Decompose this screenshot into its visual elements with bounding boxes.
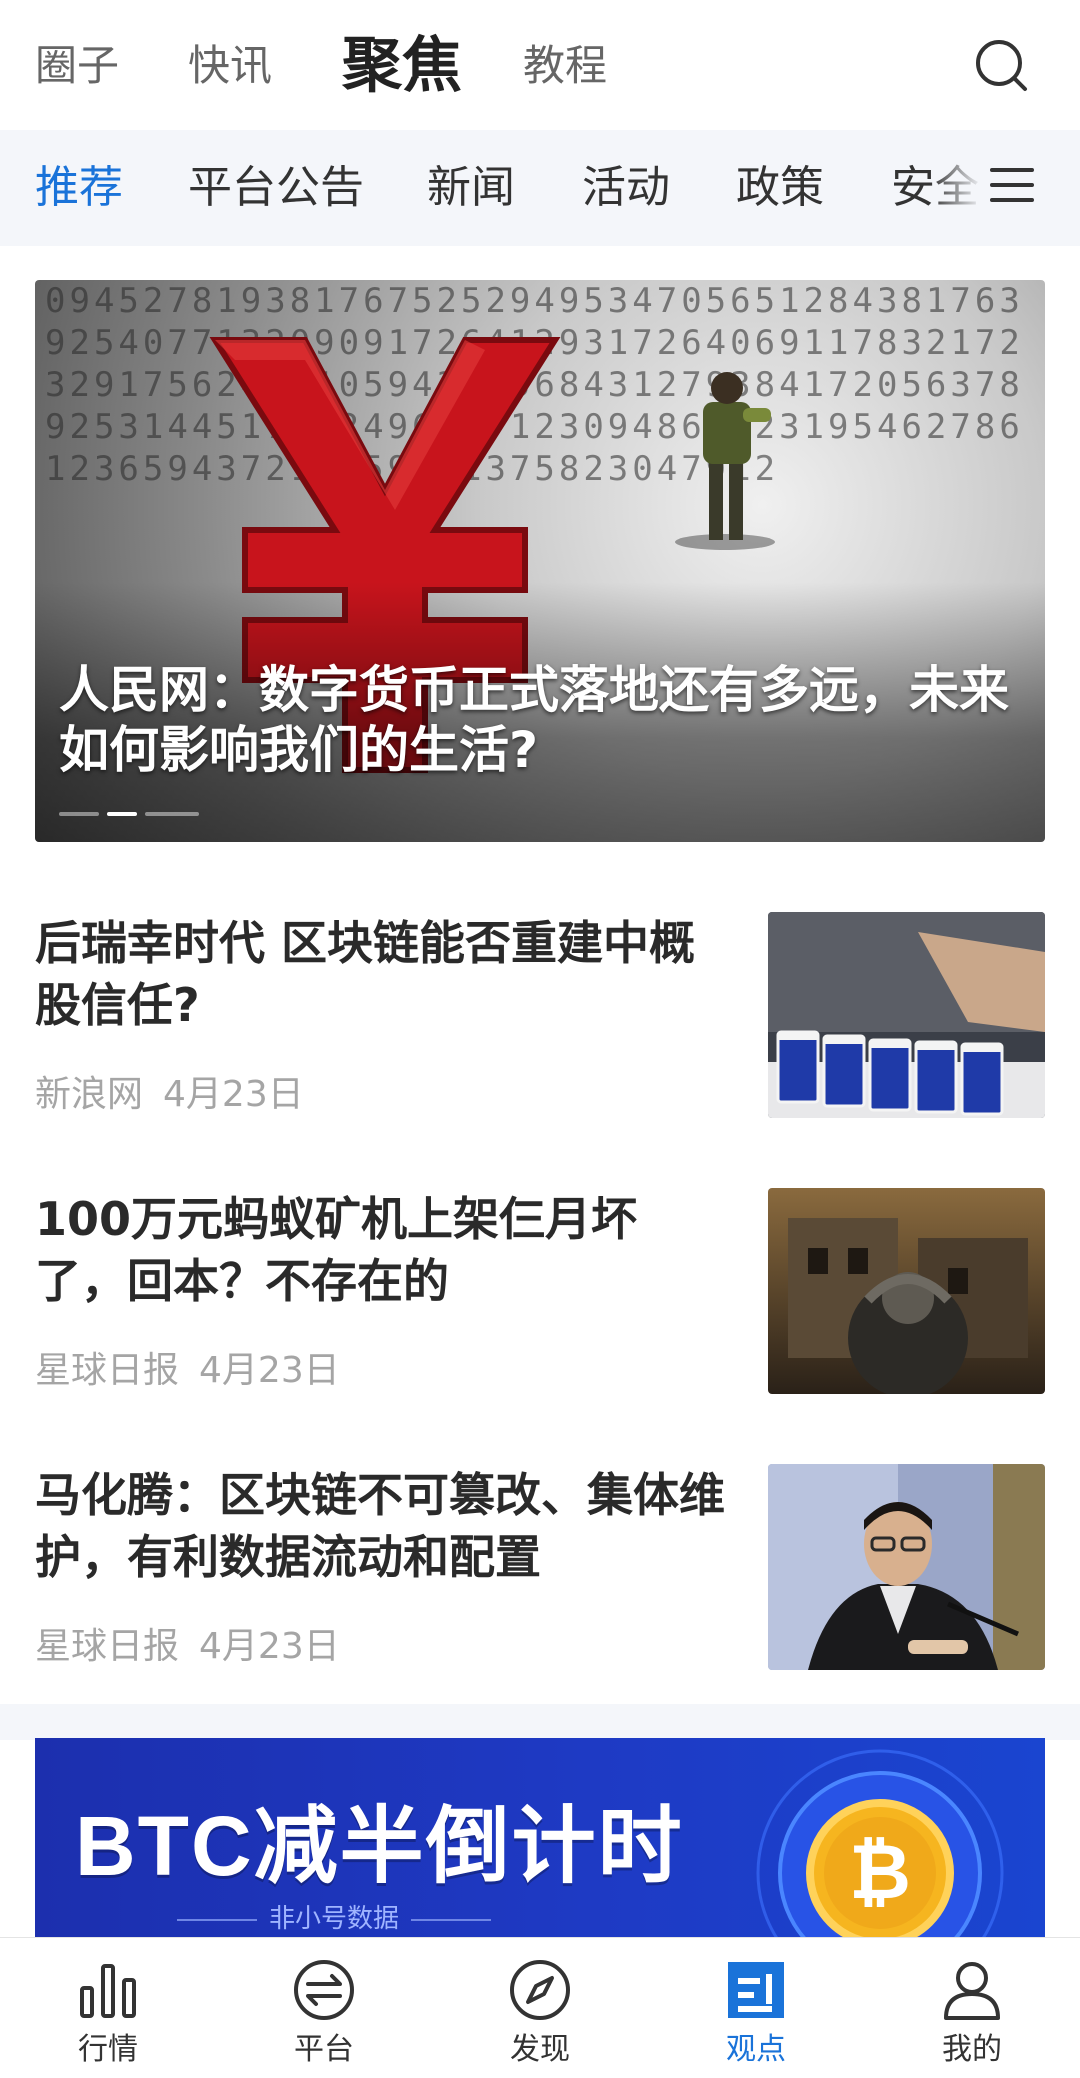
promo-subtitle: 非小号数据 [165,1903,503,1935]
tab-focus[interactable]: 聚焦 [342,30,462,102]
carousel-indicator [59,812,199,816]
article-date: 4月23日 [199,1626,340,1667]
category-announcements[interactable]: 平台公告 [188,160,364,216]
nav-label: 我的 [942,2032,1002,2067]
category-news[interactable]: 新闻 [427,160,515,216]
svg-text:₿: ₿ [849,1827,911,1916]
promo-banner[interactable]: BTC减半倒计时 非小号数据 ₿ [35,1738,1045,1938]
article-title: 100万元蚂蚁矿机上架仨月坏了，回本？不存在的 [35,1192,638,1308]
article-thumbnail-ruined-building-image [768,1188,1045,1394]
carousel-dot[interactable] [145,812,199,816]
article-date: 4月23日 [163,1074,304,1115]
article-meta: 星球日报 4月23日 [35,1348,340,1394]
user-icon [944,1962,1000,2020]
top-tab-bar: 圈子 快讯 聚焦 教程 [0,0,1080,130]
article-title: 马化腾：区块链不可篡改、集体维护，有利数据流动和配置 [35,1468,725,1584]
nav-label: 发现 [510,2032,570,2067]
article-item[interactable]: 后瑞幸时代 区块链能否重建中概股信任? 新浪网 4月23日 [35,912,1045,1122]
tab-flash-news[interactable]: 快讯 [188,38,272,94]
article-thumbnail-coffee-cups-image [768,912,1045,1118]
article-meta: 星球日报 4月23日 [35,1624,340,1670]
nav-platform[interactable]: 平台 [216,1938,432,2078]
article-thumbnail-speaker-portrait-image [768,1464,1045,1670]
category-policy[interactable]: 政策 [736,160,824,216]
article-source: 星球日报 [35,1350,180,1391]
article-item[interactable]: 马化腾：区块链不可篡改、集体维护，有利数据流动和配置 星球日报 4月23日 [35,1464,1045,1674]
bitcoin-coin-icon: ₿ [756,1749,1004,1938]
nav-profile[interactable]: 我的 [864,1938,1080,2078]
section-divider [0,1704,1080,1740]
bottom-navigation: 行情 平台 发现 观点 我的 [0,1937,1080,2078]
banner-title: 人民网：数字货币正式落地还有多远，未来如何影响我们的生活? [59,661,1009,779]
tab-tutorial[interactable]: 教程 [523,38,607,94]
exchange-icon [294,1960,354,2020]
featured-banner[interactable]: 0945278193817675252949534705651284381763… [35,280,1045,842]
article-title: 后瑞幸时代 区块链能否重建中概股信任? [35,916,696,1032]
chart-icon [80,1964,136,2018]
search-icon[interactable] [972,36,1030,94]
nav-label: 观点 [726,2032,786,2067]
menu-icon[interactable] [990,168,1034,208]
article-meta: 新浪网 4月23日 [35,1072,304,1118]
nav-market[interactable]: 行情 [0,1938,216,2078]
article-source: 新浪网 [35,1074,144,1115]
carousel-dot[interactable] [59,812,99,816]
tab-circle[interactable]: 圈子 [35,38,119,94]
promo-title: BTC减半倒计时 [75,1799,684,1893]
category-recommend[interactable]: 推荐 [35,160,123,216]
carousel-dot-active[interactable] [107,812,137,816]
nav-discover[interactable]: 发现 [432,1938,648,2078]
article-item[interactable]: 100万元蚂蚁矿机上架仨月坏了，回本？不存在的 星球日报 4月23日 [35,1188,1045,1398]
nav-label: 平台 [294,2032,354,2067]
category-bar: 推荐 平台公告 新闻 活动 政策 安全 [0,130,1080,246]
article-date: 4月23日 [199,1350,340,1391]
businessman-figure-image [675,372,775,550]
compass-icon [510,1960,570,2020]
nav-label: 行情 [78,2032,138,2067]
article-icon [728,1962,784,2018]
article-source: 星球日报 [35,1626,180,1667]
nav-opinion[interactable]: 观点 [648,1938,864,2078]
category-events[interactable]: 活动 [582,160,670,216]
